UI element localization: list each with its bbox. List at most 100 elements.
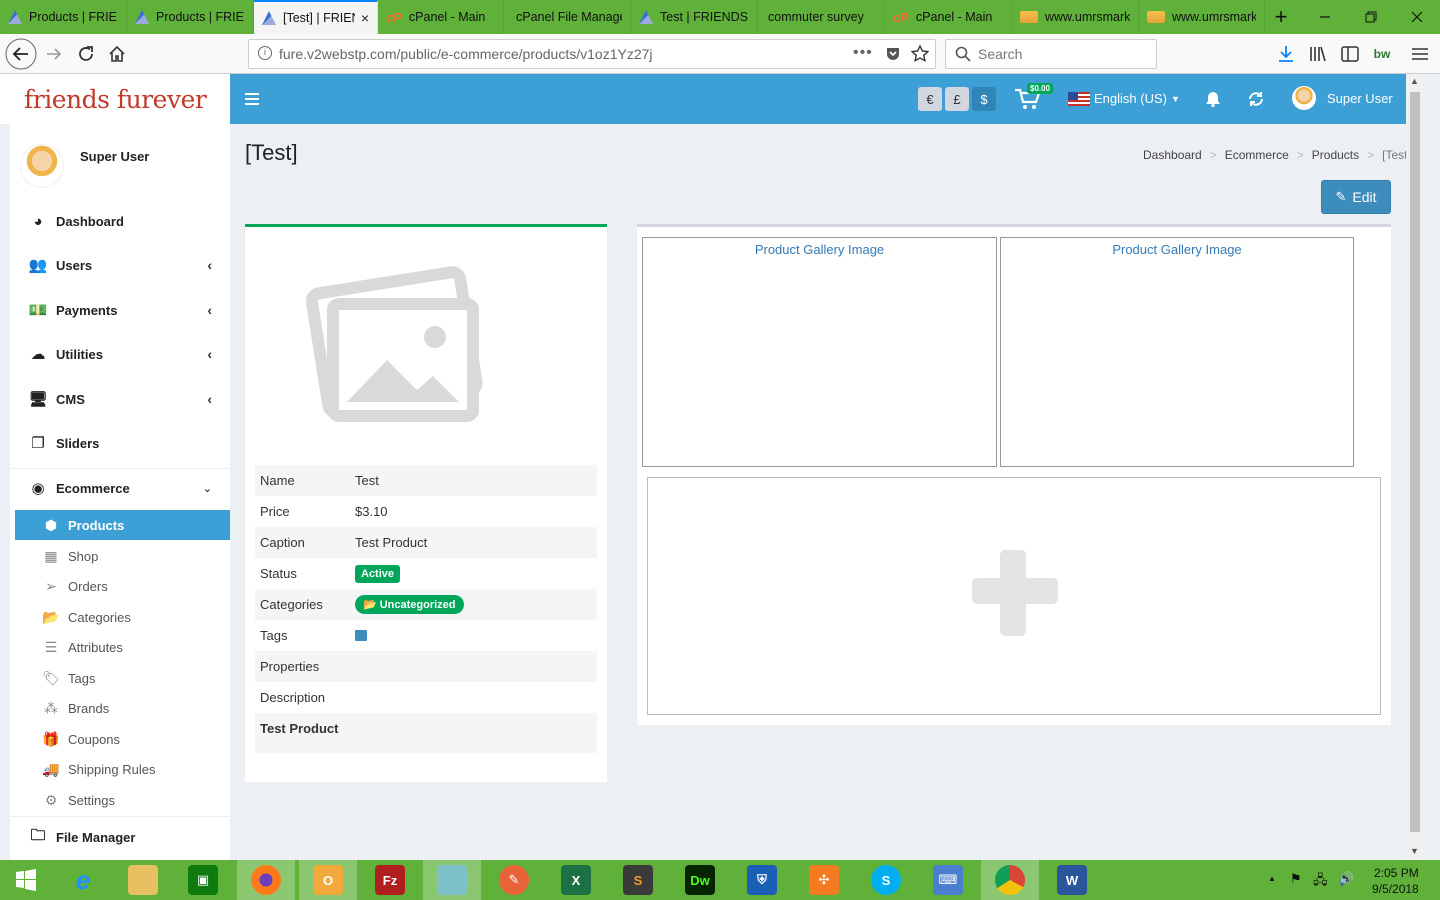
info-icon[interactable]: i [258, 46, 272, 60]
pocket-icon[interactable] [885, 46, 901, 62]
tray-expand-icon[interactable]: ▲ [1268, 874, 1276, 883]
browser-tab[interactable]: Products | FRIEN [0, 0, 127, 34]
header-user-name[interactable]: Super User [1327, 91, 1393, 106]
downloads-button[interactable] [1270, 34, 1302, 74]
window-close-button[interactable] [1394, 0, 1440, 34]
taskbar-app-active[interactable] [237, 860, 295, 900]
sidebar-item-shipping-rules[interactable]: 🚚 Shipping Rules [15, 754, 230, 784]
sidebar-item-users[interactable]: 👥 Users ‹ [10, 248, 230, 282]
sidebar-item-coupons[interactable]: 🎁 Coupons [15, 724, 230, 754]
category-badge[interactable]: 📂 Uncategorized [355, 595, 464, 614]
extension-icon[interactable]: bw [1366, 34, 1398, 74]
page-scrollbar[interactable]: ▲ ▼ [1406, 74, 1424, 860]
sidebar-toggle-icon[interactable] [245, 93, 259, 105]
url-text[interactable]: fure.v2webstp.com/public/e-commerce/prod… [279, 46, 653, 62]
menu-button[interactable] [1404, 34, 1436, 74]
avatar[interactable] [1292, 86, 1316, 110]
back-button[interactable] [4, 34, 38, 74]
browser-tab[interactable]: www.umrsmark [1012, 0, 1139, 34]
currency-euro-button[interactable]: € [918, 87, 942, 111]
taskbar-app[interactable]: ▣ [174, 860, 232, 900]
search-input[interactable]: Search [945, 39, 1157, 69]
home-button[interactable] [101, 34, 133, 74]
start-button[interactable] [0, 860, 52, 900]
sidebar-item-payments[interactable]: 💵 Payments ‹ [10, 293, 230, 327]
taskbar-app[interactable]: W [1043, 860, 1101, 900]
gallery-image-slot[interactable]: Product Gallery Image [642, 237, 997, 467]
scroll-down-icon[interactable]: ▼ [1410, 846, 1419, 856]
minimize-button[interactable] [1302, 0, 1348, 34]
taskbar-app[interactable]: e [54, 860, 112, 900]
network-icon[interactable]: 🖧 [1313, 871, 1328, 893]
forward-button[interactable] [38, 34, 70, 74]
taskbar-app[interactable]: S [857, 860, 915, 900]
cart-button[interactable]: $0.00 [1014, 83, 1054, 114]
taskbar-app-active[interactable] [423, 860, 481, 900]
taskbar-app[interactable]: Fz [361, 860, 419, 900]
breadcrumb-item[interactable]: Dashboard [1143, 148, 1202, 162]
sidebar-item-tags[interactable]: 🏷 Tags [15, 663, 230, 693]
new-tab-button[interactable]: + [1265, 0, 1297, 34]
browser-tab[interactable]: Products | FRIEN [127, 0, 254, 34]
sidebar-item-cms[interactable]: 🖥 CMS ‹ [10, 382, 230, 416]
app-logo[interactable]: friends furever [0, 74, 230, 124]
scrollbar-thumb[interactable] [1410, 92, 1420, 832]
sidebar-item-sliders[interactable]: ❐ Sliders [10, 426, 230, 460]
restore-button[interactable] [1348, 0, 1394, 34]
edit-button[interactable]: ✎ Edit [1321, 180, 1391, 214]
add-gallery-image-button[interactable] [647, 477, 1381, 715]
browser-tab[interactable]: commuter survey [758, 0, 885, 34]
sidebar-item-brands[interactable]: ⁂ Brands [15, 693, 230, 723]
sidebar-item-attributes[interactable]: ☰ Attributes [15, 632, 230, 662]
bell-icon[interactable] [1205, 91, 1221, 107]
breadcrumb-item[interactable]: Ecommerce [1225, 148, 1289, 162]
browser-tab[interactable]: cPanel File Manager [504, 0, 631, 34]
clock-date[interactable]: 9/5/2018 [1372, 882, 1419, 896]
sidebar-item-products[interactable]: ⬢ Products [15, 510, 230, 540]
url-bar[interactable]: i fure.v2webstp.com/public/e-commerce/pr… [248, 39, 936, 69]
flag-icon[interactable]: ⚑ [1290, 871, 1302, 887]
globe-icon: ◉ [31, 480, 45, 497]
sidebar-item-orders[interactable]: ➢ Orders [15, 571, 230, 601]
sidebar-item-dashboard[interactable]: ◕ Dashboard [10, 204, 230, 238]
currency-dollar-button[interactable]: $ [972, 87, 996, 111]
library-button[interactable] [1302, 34, 1334, 74]
gallery-image-slot[interactable]: Product Gallery Image [1000, 237, 1354, 467]
taskbar-app[interactable]: ⛨ [733, 860, 791, 900]
scroll-up-icon[interactable]: ▲ [1410, 76, 1419, 86]
taskbar-app[interactable]: ⌨ [919, 860, 977, 900]
browser-tab[interactable]: www.umrsmark [1139, 0, 1265, 34]
taskbar-app-active[interactable] [981, 860, 1039, 900]
refresh-icon[interactable] [1248, 91, 1264, 107]
close-tab-icon[interactable]: × [361, 10, 369, 26]
divider [10, 816, 230, 817]
sidebar-item-utilities[interactable]: ☁ Utilities ‹ [10, 337, 230, 371]
reload-button[interactable] [70, 34, 102, 74]
taskbar-app[interactable]: X [547, 860, 605, 900]
taskbar-app[interactable]: Dw [671, 860, 729, 900]
browser-tab[interactable]: cP cPanel - Main [885, 0, 1012, 34]
taskbar-app-active[interactable]: O [299, 860, 357, 900]
taskbar-app[interactable]: ✎ [485, 860, 543, 900]
skype-icon: S [871, 865, 901, 895]
sidebar-item-settings[interactable]: ⚙ Settings [15, 785, 230, 815]
taskbar-app[interactable]: S [609, 860, 667, 900]
browser-tab[interactable]: cP cPanel - Main [378, 0, 504, 34]
sidebar-item-file-manager[interactable]: 🗀 File Manager [10, 820, 230, 854]
volume-icon[interactable]: 🔊 [1338, 871, 1354, 887]
browser-tab-active[interactable]: [Test] | FRIEN × [254, 0, 378, 34]
currency-pound-button[interactable]: £ [945, 87, 969, 111]
bookmark-star-icon[interactable] [911, 45, 929, 63]
sidebar-button[interactable] [1334, 34, 1366, 74]
taskbar-app[interactable] [114, 860, 172, 900]
breadcrumb-item[interactable]: Products [1312, 148, 1359, 162]
clock-time[interactable]: 2:05 PM [1374, 866, 1419, 880]
sidebar-item-categories[interactable]: 📂 Categories [15, 602, 230, 632]
language-selector[interactable]: English (US) ▼ [1068, 91, 1180, 106]
sidebar-item-ecommerce[interactable]: ◉ Ecommerce ⌄ [10, 471, 230, 505]
page-actions-icon[interactable]: ••• [853, 44, 873, 62]
browser-tab-bar: Products | FRIEN Products | FRIEN [Test]… [0, 0, 1440, 34]
browser-tab[interactable]: Test | FRIENDSF [631, 0, 758, 34]
sidebar-item-shop[interactable]: ▦ Shop [15, 541, 230, 571]
taskbar-app[interactable]: ✣ [795, 860, 853, 900]
